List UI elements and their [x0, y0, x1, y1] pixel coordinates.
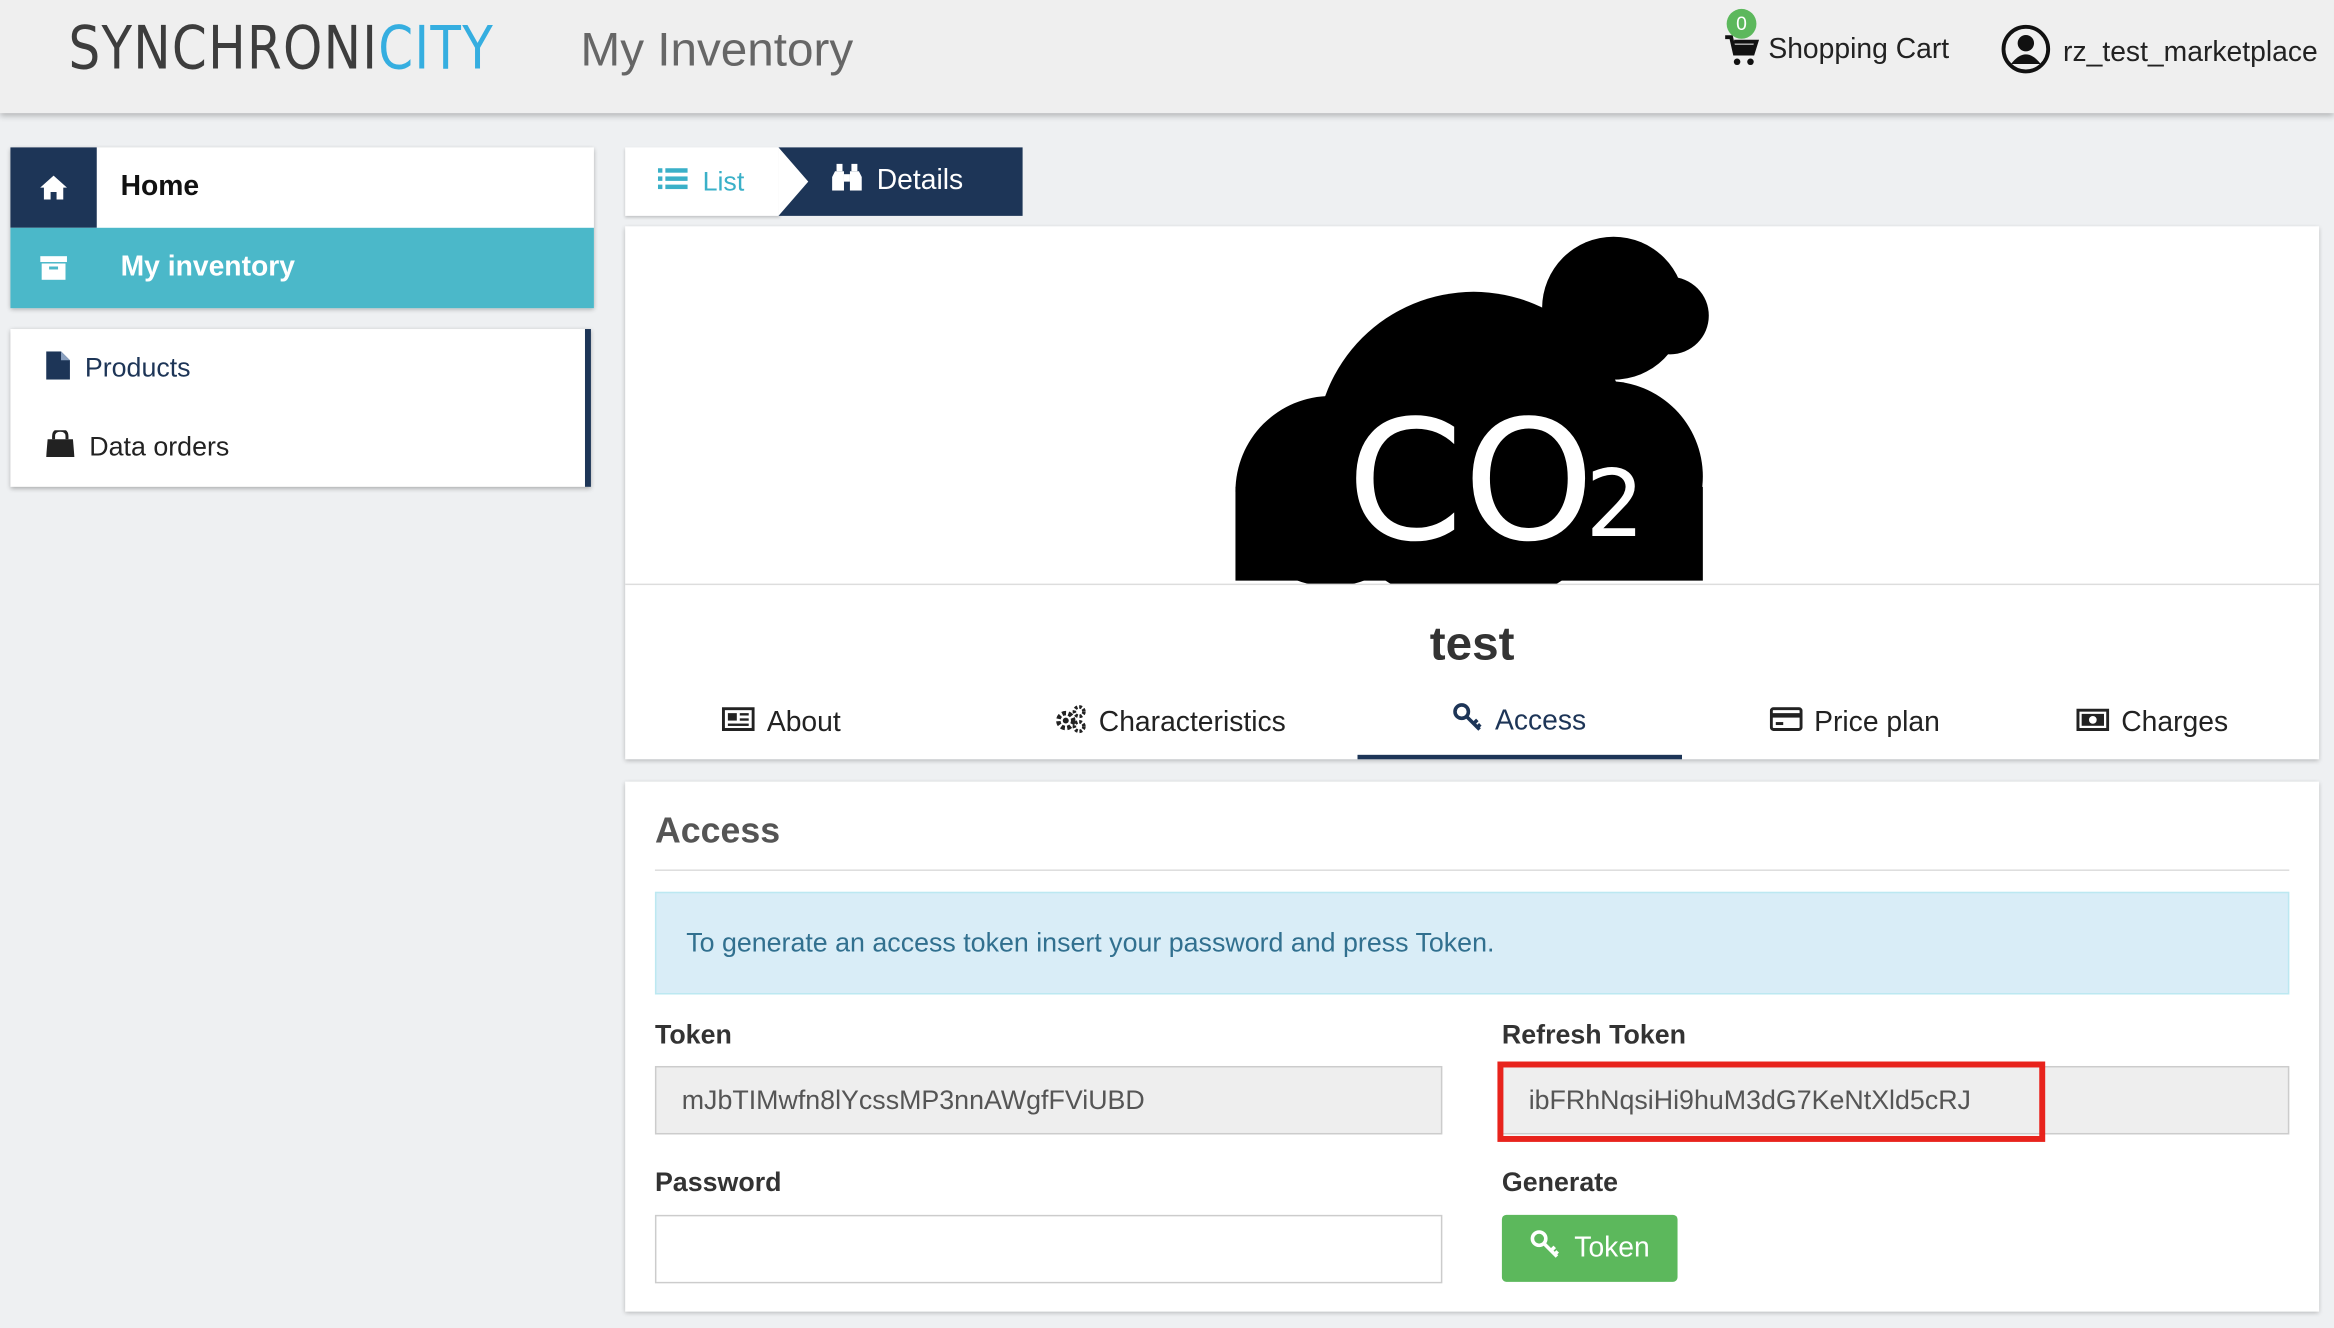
tab-charges[interactable]: Charges — [2018, 688, 2286, 759]
user-circle-icon — [2001, 24, 2052, 84]
logo-text-part2: CITY — [378, 14, 495, 84]
gears-icon — [1054, 704, 1087, 743]
sidebar-sub-nav: Products Data orders — [10, 329, 591, 487]
synchronicity-logo[interactable]: SYNCHRONICITY — [68, 15, 494, 83]
binoculars-icon — [832, 163, 862, 200]
list-icon — [657, 166, 688, 197]
sidebar-item-label: Products — [84, 352, 191, 383]
sidebar-item-label: My inventory — [120, 251, 296, 283]
token-button[interactable]: Token — [1501, 1214, 1678, 1282]
home-icon — [10, 147, 97, 228]
access-panel: Access To generate an access token inser… — [625, 781, 2320, 1312]
refresh-token-label: Refresh Token — [1501, 1019, 1687, 1050]
breadcrumb-separator — [778, 147, 809, 216]
shopping-cart-link[interactable]: 0 Shopping Cart — [1724, 8, 1950, 69]
file-icon — [46, 350, 70, 387]
tab-about[interactable]: About — [625, 688, 938, 759]
password-label: Password — [654, 1167, 782, 1197]
info-alert: To generate an access token insert your … — [654, 891, 2290, 995]
tab-price-plan[interactable]: Price plan — [1691, 688, 2018, 759]
token-field[interactable]: mJbTIMwfn8lYcssMP3nnAWgfFViUBD — [654, 1065, 1443, 1135]
tab-label: Charges — [2121, 707, 2229, 739]
newspaper-icon — [722, 707, 755, 740]
token-label: Token — [654, 1019, 732, 1050]
product-name: test — [1429, 616, 1515, 670]
co2-text: CO — [1347, 385, 1595, 579]
credit-card-icon — [1769, 707, 1803, 740]
product-image: CO 2 — [625, 226, 2320, 608]
app-title: My Inventory — [580, 22, 854, 76]
shopping-bag-icon — [46, 428, 75, 464]
token-button-label: Token — [1574, 1231, 1650, 1264]
tab-access[interactable]: Access — [1357, 688, 1683, 760]
shopping-cart-icon: 0 — [1724, 8, 1760, 69]
sidebar-item-label: Home — [120, 171, 200, 203]
tab-label: Access — [1495, 704, 1587, 737]
breadcrumb-details[interactable]: Details — [778, 147, 1023, 216]
cart-count-badge: 0 — [1726, 8, 1757, 39]
tab-characteristics[interactable]: Characteristics — [1006, 688, 1333, 759]
product-tabs: About Characteristics Access Price plan … — [625, 688, 2319, 760]
highlight-box — [1497, 1061, 2046, 1142]
sidebar-item-products[interactable]: Products — [10, 329, 585, 408]
top-navbar: SYNCHRONICITY My Inventory 0 Shopping Ca… — [0, 0, 2334, 114]
sidebar-item-data-orders[interactable]: Data orders — [10, 408, 585, 487]
panel-divider — [654, 869, 2290, 871]
breadcrumb-list-label: List — [702, 166, 745, 196]
generate-label: Generate — [1501, 1167, 1619, 1197]
sidebar-item-home[interactable]: Home — [10, 147, 593, 228]
username: rz_test_marketplace — [2063, 37, 2318, 69]
sidebar-item-my-inventory[interactable]: My inventory — [10, 227, 594, 309]
key-icon — [1453, 702, 1483, 741]
key-icon — [1530, 1229, 1560, 1268]
password-field[interactable] — [654, 1214, 1443, 1284]
logo-text-part1: SYNCHRONI — [68, 14, 379, 84]
panel-title: Access — [654, 811, 781, 852]
breadcrumb-details-label: Details — [876, 165, 964, 197]
archive-icon — [10, 228, 96, 308]
user-menu[interactable]: rz_test_marketplace — [2001, 24, 2318, 84]
money-icon — [2076, 707, 2110, 740]
tab-label: About — [766, 707, 841, 739]
shopping-cart-label: Shopping Cart — [1768, 34, 1950, 66]
sidebar-item-label: Data orders — [89, 431, 230, 462]
tab-label: Characteristics — [1098, 707, 1286, 739]
product-card: CO 2 test About Characteristics Access P… — [625, 226, 2320, 760]
tab-label: Price plan — [1814, 707, 1940, 739]
co2-subscript: 2 — [1586, 450, 1645, 558]
sidebar-main-nav: Home My inventory — [10, 147, 594, 309]
breadcrumb-list[interactable]: List — [625, 147, 780, 216]
breadcrumb: List Details — [625, 147, 1023, 216]
